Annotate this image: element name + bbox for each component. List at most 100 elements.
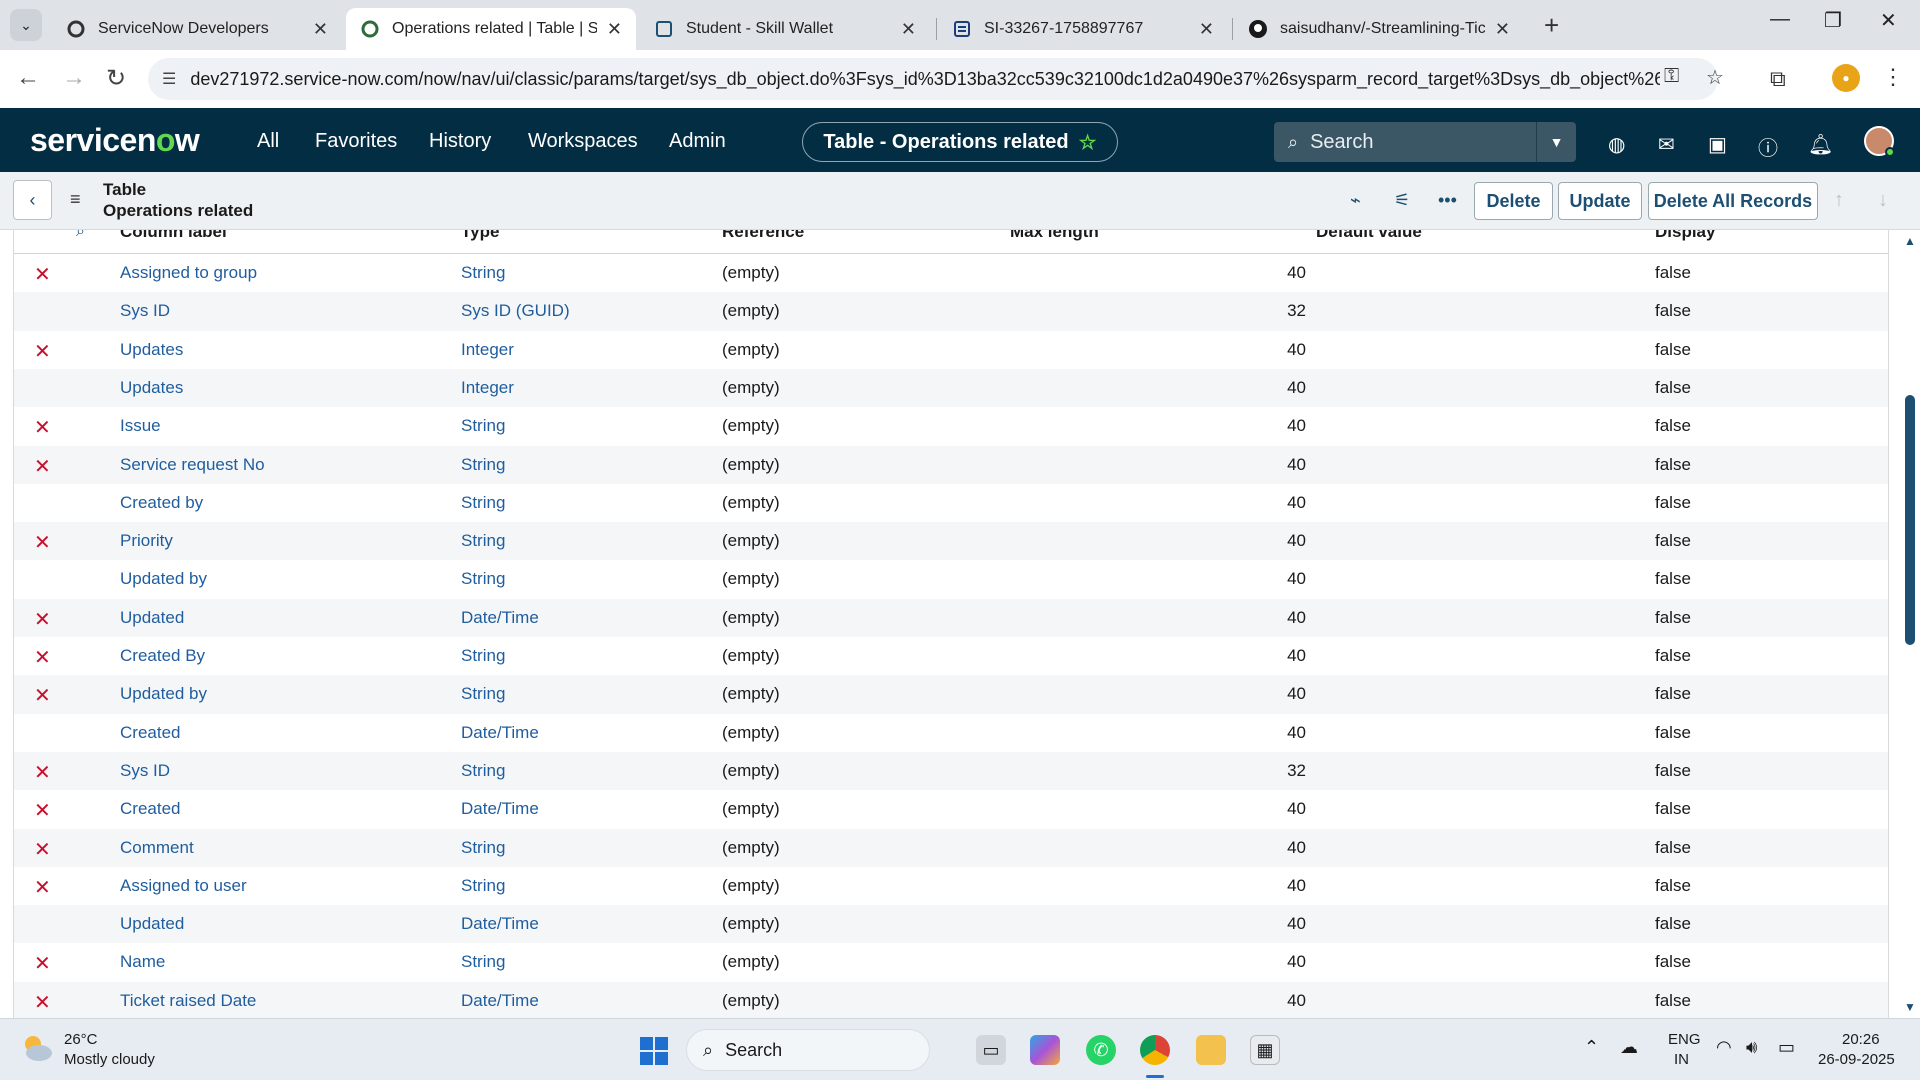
cell-column-label[interactable]: Updated — [120, 914, 184, 934]
nav-history[interactable]: History — [429, 130, 491, 153]
table-row[interactable]: ✕ Sys ID String (empty) 32 false — [14, 751, 1888, 791]
table-row[interactable]: Updated by String (empty) 40 false — [14, 560, 1888, 598]
bell-icon[interactable]: 🔔︎ — [1808, 132, 1833, 157]
browser-tab-4[interactable]: SI-33267-1758897767 ✕ — [938, 8, 1228, 50]
browser-tab-5[interactable]: saisudhanv/-Streamlining-Ticke ✕ — [1234, 8, 1524, 50]
volume-icon[interactable]: 🔊︎ — [1746, 1037, 1757, 1058]
cell-column-label[interactable]: Comment — [120, 838, 194, 858]
window-close-icon[interactable]: ✕ — [1880, 8, 1897, 33]
site-info-icon[interactable]: ☰ — [162, 69, 176, 89]
col-header-reference[interactable]: Reference — [722, 230, 804, 242]
cell-type[interactable]: String — [461, 952, 505, 972]
col-header-display[interactable]: Display — [1655, 230, 1715, 242]
delete-row-icon[interactable]: ✕ — [34, 607, 51, 632]
page-scrollbar[interactable]: ▲ ▼ — [1900, 230, 1920, 1018]
cell-column-label[interactable]: Service request No — [120, 455, 265, 475]
cell-type[interactable]: String — [461, 838, 505, 858]
col-header-type[interactable]: Type — [461, 230, 499, 242]
table-row[interactable]: ✕ Updated Date/Time (empty) 40 false — [14, 598, 1888, 637]
language-indicator-top[interactable]: ENG — [1668, 1031, 1701, 1048]
cell-type[interactable]: String — [461, 569, 505, 589]
close-icon[interactable]: ✕ — [1495, 19, 1510, 40]
table-row[interactable]: ✕ Created Date/Time (empty) 40 false — [14, 790, 1888, 828]
delete-row-icon[interactable]: ✕ — [34, 760, 51, 785]
table-row[interactable]: Sys ID Sys ID (GUID) (empty) 32 false — [14, 292, 1888, 331]
previous-record-icon[interactable]: ↑ — [1834, 189, 1844, 212]
cell-column-label[interactable]: Sys ID — [120, 301, 170, 321]
table-row[interactable]: Updated Date/Time (empty) 40 false — [14, 905, 1888, 944]
new-tab-icon[interactable]: + — [1544, 10, 1559, 41]
bookmark-star-icon[interactable]: ☆ — [1706, 65, 1724, 90]
cell-type[interactable]: Sys ID (GUID) — [461, 301, 570, 321]
close-icon[interactable]: ✕ — [607, 19, 622, 40]
table-row[interactable]: Created Date/Time (empty) 40 false — [14, 714, 1888, 752]
update-button[interactable]: Update — [1558, 182, 1642, 220]
cell-type[interactable]: Date/Time — [461, 723, 539, 743]
table-row[interactable]: Created by String (empty) 40 false — [14, 484, 1888, 522]
delete-row-icon[interactable]: ✕ — [34, 339, 51, 364]
table-row[interactable]: ✕ Assigned to user String (empty) 40 false — [14, 867, 1888, 905]
col-header-default-value[interactable]: Default value — [1316, 230, 1422, 242]
table-row[interactable]: ✕ Updates Integer (empty) 40 false — [14, 331, 1888, 369]
copilot-icon[interactable] — [1030, 1035, 1060, 1065]
microsoft-store-icon[interactable]: ▦ — [1250, 1035, 1280, 1065]
cell-type[interactable]: String — [461, 493, 505, 513]
cell-type[interactable]: Integer — [461, 378, 514, 398]
delete-row-icon[interactable]: ✕ — [34, 530, 51, 555]
table-row[interactable]: ✕ Ticket raised Date Date/Time (empty) 40 fal… — [14, 981, 1888, 1018]
nav-favorites[interactable]: Favorites — [315, 130, 397, 153]
delete-row-icon[interactable]: ✕ — [34, 645, 51, 670]
cell-column-label[interactable]: Priority — [120, 531, 173, 551]
scroll-down-icon[interactable]: ▼ — [1904, 1000, 1916, 1014]
extensions-icon[interactable]: ⧉ — [1770, 66, 1786, 92]
cell-type[interactable]: Date/Time — [461, 799, 539, 819]
user-avatar[interactable] — [1864, 126, 1895, 157]
windows-start-icon[interactable] — [638, 1035, 670, 1067]
context-pill[interactable]: Table - Operations related ☆ — [802, 122, 1118, 162]
cell-column-label[interactable]: Created by — [120, 493, 203, 513]
reload-icon[interactable]: ↻ — [106, 64, 126, 93]
cell-type[interactable]: String — [461, 416, 505, 436]
table-row[interactable]: Updates Integer (empty) 40 false — [14, 368, 1888, 408]
cell-type[interactable]: Date/Time — [461, 914, 539, 934]
cell-type[interactable]: Date/Time — [461, 991, 539, 1011]
table-row[interactable]: ✕ Issue String (empty) 40 false — [14, 407, 1888, 445]
file-explorer-icon[interactable] — [1196, 1035, 1226, 1065]
onedrive-cloud-icon[interactable]: ☁ — [1620, 1037, 1638, 1058]
col-header-max-length[interactable]: Max length — [1010, 230, 1099, 242]
search-scope-dropdown[interactable]: ▼ — [1536, 122, 1576, 162]
nav-all[interactable]: All — [257, 130, 279, 153]
cell-type[interactable]: String — [461, 684, 505, 704]
delete-all-records-button[interactable]: Delete All Records — [1648, 182, 1818, 220]
clock-time[interactable]: 20:26 — [1842, 1031, 1880, 1048]
back-button[interactable]: ‹ — [13, 180, 52, 220]
cell-type[interactable]: Integer — [461, 340, 514, 360]
delete-row-icon[interactable]: ✕ — [34, 837, 51, 862]
cell-column-label[interactable]: Ticket raised Date — [120, 991, 256, 1011]
delete-row-icon[interactable]: ✕ — [34, 262, 51, 287]
cell-type[interactable]: String — [461, 455, 505, 475]
help-icon[interactable]: ⓘ — [1758, 132, 1778, 161]
personalize-icon[interactable]: ⚟ — [1394, 190, 1410, 211]
address-bar[interactable]: ☰ dev271972.service-now.com/now/nav/ui/c… — [148, 58, 1718, 100]
browser-menu-icon[interactable]: ⋮ — [1882, 64, 1904, 90]
cell-column-label[interactable]: Issue — [120, 416, 161, 436]
chat-icon[interactable]: ✉ — [1658, 132, 1675, 157]
scroll-thumb[interactable] — [1905, 395, 1915, 645]
delete-row-icon[interactable]: ✕ — [34, 683, 51, 708]
close-icon[interactable]: ✕ — [1199, 19, 1214, 40]
col-header-label[interactable]: Column label — [120, 230, 227, 242]
browser-tab-3[interactable]: Student - Skill Wallet ✕ — [640, 8, 930, 50]
battery-icon[interactable]: ▭ — [1778, 1037, 1795, 1058]
nav-workspaces[interactable]: Workspaces — [528, 130, 638, 153]
weather-cloud-icon[interactable] — [20, 1033, 54, 1063]
wifi-icon[interactable]: ◠ — [1716, 1037, 1732, 1058]
globe-icon[interactable]: ◍ — [1608, 132, 1625, 157]
forward-arrow-icon[interactable]: → — [62, 64, 86, 92]
task-view-icon[interactable]: ▭ — [976, 1035, 1006, 1065]
table-row[interactable]: ✕ Assigned to group String (empty) 40 false — [14, 254, 1888, 292]
chrome-icon[interactable] — [1140, 1035, 1170, 1065]
cell-column-label[interactable]: Created — [120, 723, 180, 743]
delete-row-icon[interactable]: ✕ — [34, 951, 51, 976]
servicenow-logo[interactable]: servicenow — [30, 122, 200, 159]
